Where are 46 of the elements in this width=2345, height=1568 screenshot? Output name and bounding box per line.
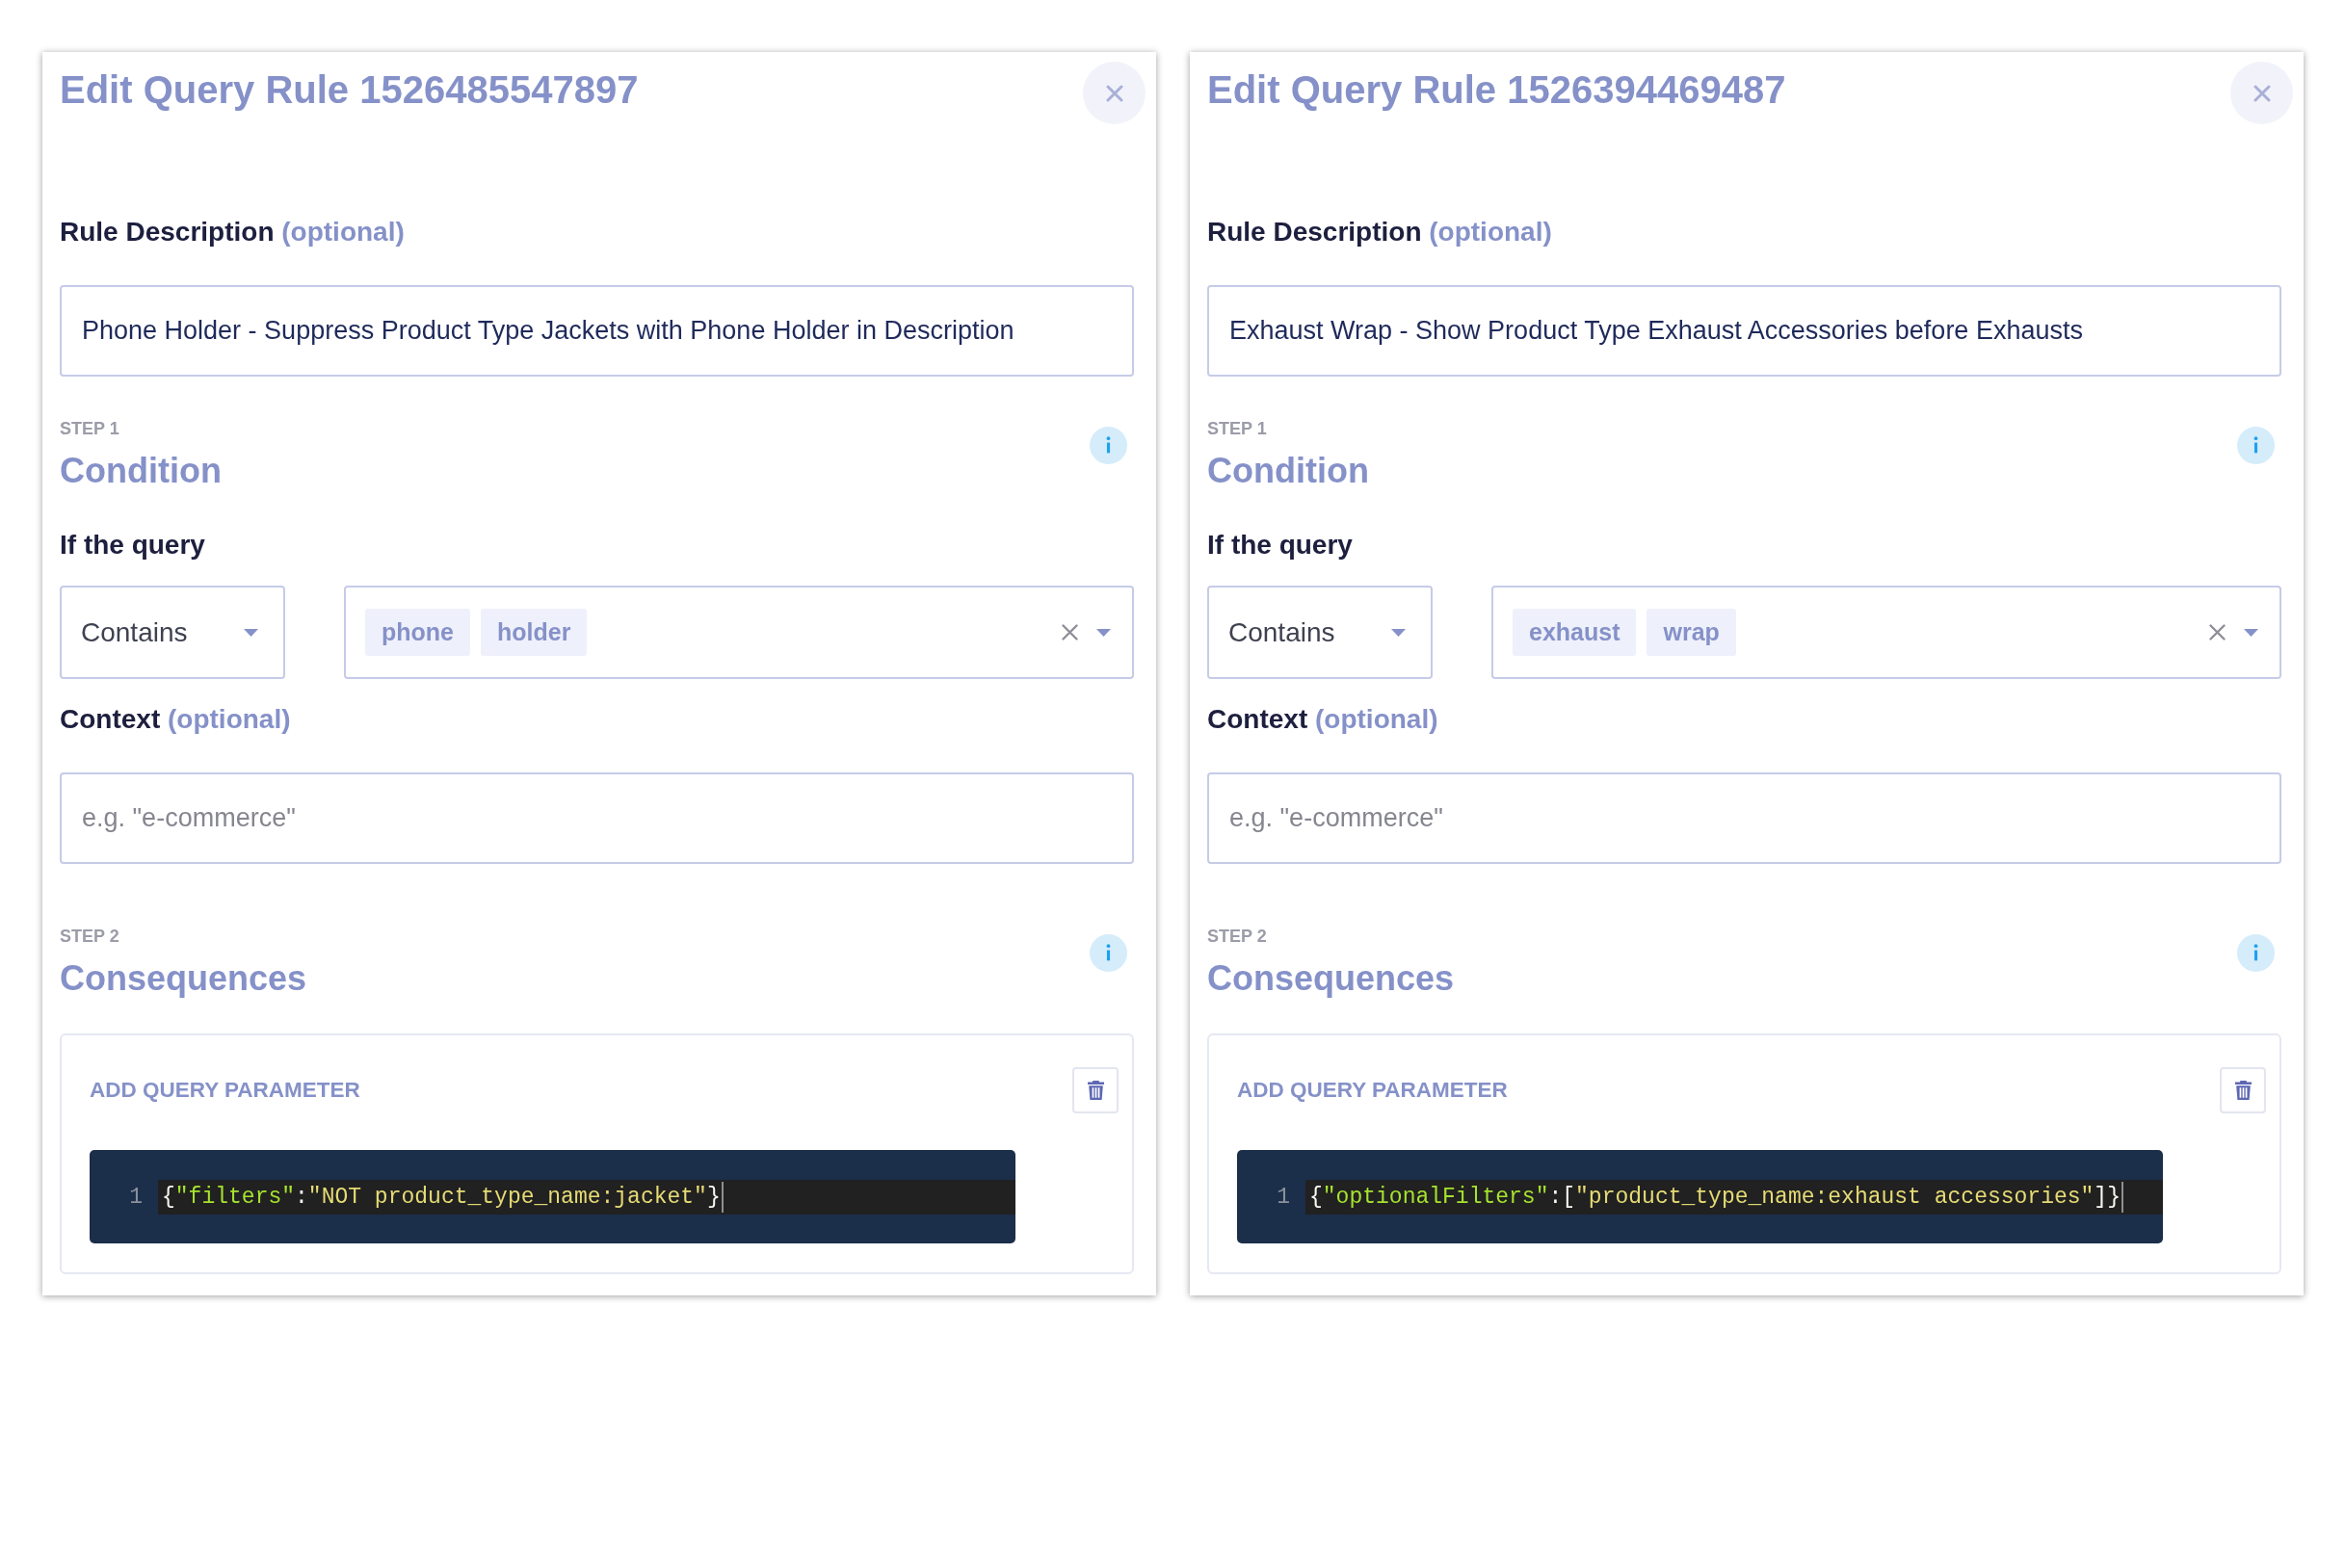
info-icon[interactable] [2237, 934, 2275, 972]
code-editor[interactable]: 1 {"optionalFilters":["product_type_name:exhaust accessories"]} [1237, 1150, 2163, 1243]
operator-select[interactable]: Contains [60, 586, 285, 679]
field-label: Context (optional) [1207, 703, 1438, 736]
info-icon[interactable] [2237, 427, 2275, 464]
code-editor[interactable]: 1 {"filters":"NOT product_type_name:jacket"} [90, 1150, 1015, 1243]
clear-icon[interactable] [1062, 624, 1078, 640]
card-title: ADD QUERY PARAMETER [90, 1077, 360, 1104]
card-title: ADD QUERY PARAMETER [1237, 1077, 1508, 1104]
section-title: Consequences [1207, 957, 1455, 1000]
operator-select[interactable]: Contains [1207, 586, 1433, 679]
section-title: Condition [1207, 450, 1369, 492]
description-input[interactable]: Phone Holder - Suppress Product Type Jackets with Phone Holder in Description [60, 285, 1134, 377]
context-input[interactable]: e.g. "e-commerce" [1207, 772, 2281, 864]
field-label: If the query [60, 529, 205, 562]
step-label: STEP 1 [1207, 418, 1267, 439]
step-label: STEP 2 [60, 926, 119, 947]
step-label: STEP 1 [60, 418, 119, 439]
trash-icon [1087, 1081, 1104, 1100]
field-label: Rule Description (optional) [60, 216, 405, 248]
section-title: Condition [60, 450, 222, 492]
step-label: STEP 2 [1207, 926, 1267, 947]
clear-icon[interactable] [2209, 624, 2226, 640]
text-cursor [721, 1181, 724, 1213]
description-input[interactable]: Exhaust Wrap - Show Product Type Exhaust Accessories before Exhausts [1207, 285, 2281, 377]
field-label: If the query [1207, 529, 1353, 562]
line-number: 1 [128, 1184, 144, 1210]
delete-button[interactable] [1072, 1067, 1119, 1113]
delete-button[interactable] [2220, 1067, 2266, 1113]
caret-icon [244, 628, 258, 637]
section-title: Consequences [60, 957, 307, 1000]
text-cursor [2121, 1181, 2123, 1213]
caret-icon [1096, 628, 1111, 637]
close-icon [1105, 84, 1123, 102]
info-icon[interactable] [1090, 934, 1127, 972]
trash-icon [2234, 1081, 2252, 1100]
context-input[interactable]: e.g. "e-commerce" [60, 772, 1134, 864]
info-icon[interactable] [1090, 427, 1127, 464]
line-number: 1 [1276, 1184, 1291, 1210]
field-label: Context (optional) [60, 703, 291, 736]
caret-icon [1391, 628, 1406, 637]
panel-title: Edit Query Rule 1526394469487 [1207, 67, 1786, 113]
panel-title: Edit Query Rule 1526485547897 [60, 67, 639, 113]
caret-icon [2244, 628, 2258, 637]
field-label: Rule Description (optional) [1207, 216, 1552, 248]
close-icon [2253, 84, 2271, 102]
